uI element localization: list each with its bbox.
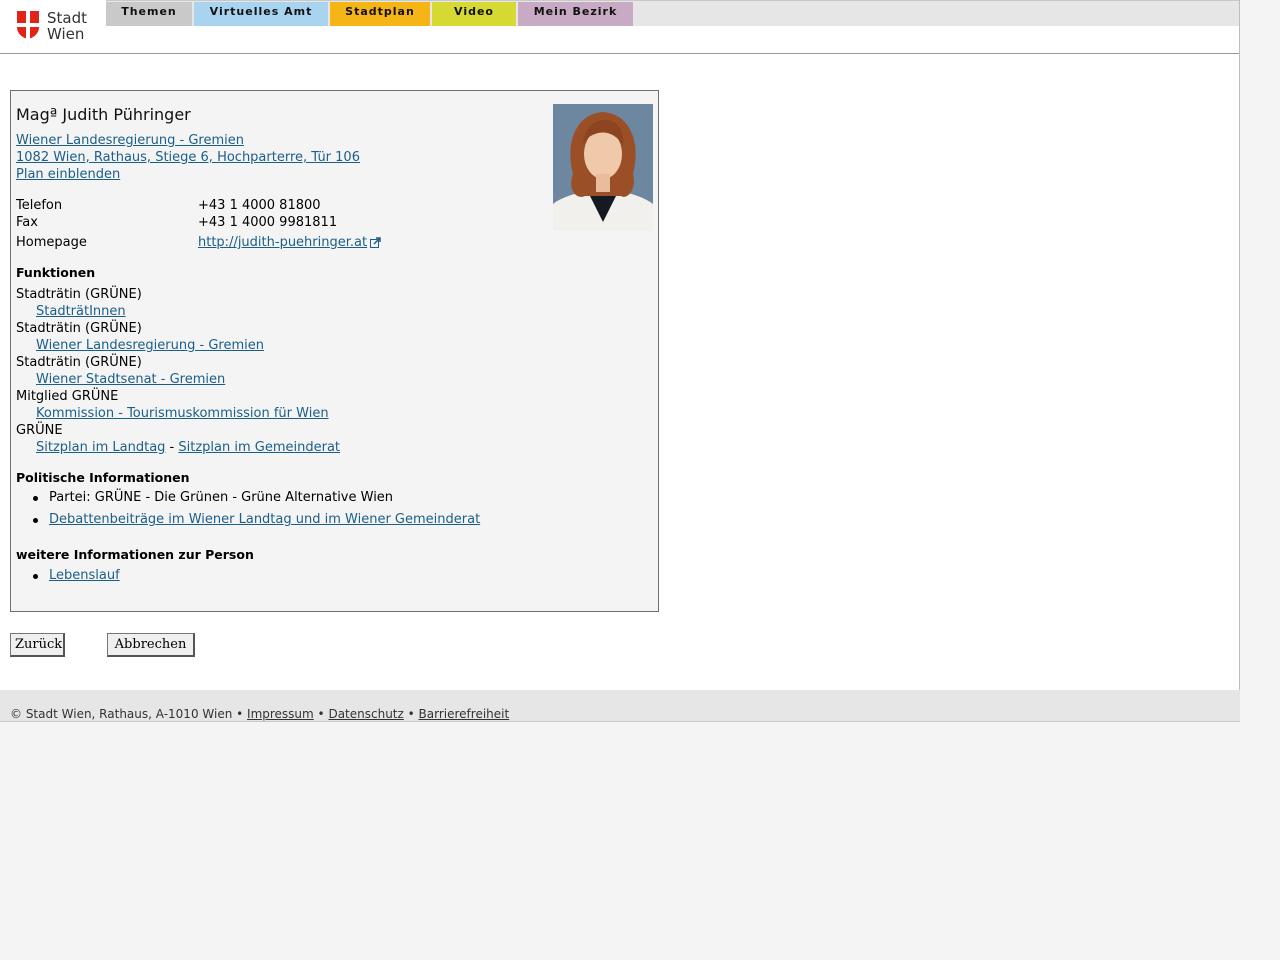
list-bullet <box>33 518 38 523</box>
function-link-tourismuskommission[interactable]: Kommission - Tourismuskommission für Wie… <box>36 406 329 421</box>
logo-text-wien: Wien <box>47 25 85 43</box>
datenschutz-link[interactable]: Datenschutz <box>328 707 403 721</box>
footer-separator: • <box>313 707 329 721</box>
nav-tab-mein-bezirk[interactable]: Mein Bezirk <box>518 2 633 26</box>
external-link-icon <box>370 237 381 248</box>
nav-tab-themen[interactable]: Themen <box>106 2 192 26</box>
logo-text-stadt: Stadt <box>47 9 87 27</box>
sitzplan-links: Sitzplan im Landtag - Sitzplan im Gemein… <box>36 440 340 455</box>
weitere-informationen-heading: weitere Informationen zur Person <box>16 547 254 562</box>
site-footer: © Stadt Wien, Rathaus, A-1010 Wien • Imp… <box>0 690 1240 722</box>
telefon-value: +43 1 4000 81800 <box>198 198 321 213</box>
function-role: Stadträtin (GRÜNE) <box>16 355 142 370</box>
lebenslauf-link[interactable]: Lebenslauf <box>49 568 120 583</box>
function-link-stadtraetinnen[interactable]: StadträtInnen <box>36 304 126 319</box>
sitzplan-gemeinderat-link[interactable]: Sitzplan im Gemeinderat <box>178 440 340 455</box>
fax-value: +43 1 4000 9981811 <box>198 215 338 230</box>
politische-informationen-heading: Politische Informationen <box>16 470 190 485</box>
person-card: Magª Judith Pühringer Wiener Landesregie… <box>10 90 659 612</box>
fax-label: Fax <box>16 215 38 230</box>
list-bullet <box>33 496 38 501</box>
barrierefreiheit-link[interactable]: Barrierefreiheit <box>419 707 510 721</box>
site-header: Stadt Wien Themen Virtuelles Amt Stadtpl… <box>0 0 1239 54</box>
impressum-link[interactable]: Impressum <box>247 707 314 721</box>
person-photo <box>553 104 653 231</box>
wien-shield-icon <box>17 11 39 39</box>
portrait-image <box>553 104 653 231</box>
plan-einblenden-link[interactable]: Plan einblenden <box>16 167 120 182</box>
footer-separator: • <box>232 707 248 721</box>
sitzplan-landtag-link[interactable]: Sitzplan im Landtag <box>36 440 165 455</box>
function-link-stadtsenat[interactable]: Wiener Stadtsenat - Gremien <box>36 372 225 387</box>
homepage-link[interactable]: http://judith-puehringer.at <box>198 235 367 250</box>
function-role: Stadträtin (GRÜNE) <box>16 287 142 302</box>
funktionen-heading: Funktionen <box>16 265 96 280</box>
org-link[interactable]: Wiener Landesregierung - Gremien <box>16 133 244 148</box>
footer-separator: • <box>403 707 419 721</box>
debattenbeitraege-link[interactable]: Debattenbeiträge im Wiener Landtag und i… <box>49 512 480 527</box>
function-link-landesregierung[interactable]: Wiener Landesregierung - Gremien <box>36 338 264 353</box>
back-button[interactable]: Zurück <box>10 633 65 657</box>
party-text: Partei: GRÜNE - Die Grünen - Grüne Alter… <box>49 490 394 505</box>
homepage-label: Homepage <box>16 235 87 250</box>
page: Stadt Wien Themen Virtuelles Amt Stadtpl… <box>0 0 1240 690</box>
function-role: GRÜNE <box>16 423 63 438</box>
nav-tab-virtuelles-amt[interactable]: Virtuelles Amt <box>194 2 328 26</box>
stadt-wien-logo[interactable]: Stadt Wien <box>16 10 96 42</box>
footer-content: © Stadt Wien, Rathaus, A-1010 Wien • Imp… <box>10 707 509 721</box>
function-role: Stadträtin (GRÜNE) <box>16 321 142 336</box>
copyright-text: © Stadt Wien, Rathaus, A-1010 Wien <box>10 707 233 721</box>
function-role: Mitglied GRÜNE <box>16 389 119 404</box>
cancel-button[interactable]: Abbrechen <box>107 633 195 657</box>
list-bullet <box>33 574 38 579</box>
homepage-value: http://judith-puehringer.at <box>198 235 381 250</box>
address-link[interactable]: 1082 Wien, Rathaus, Stiege 6, Hochparter… <box>16 150 360 165</box>
logo-wordmark: Stadt Wien <box>47 10 87 42</box>
link-separator: - <box>165 440 179 455</box>
nav-tab-video[interactable]: Video <box>432 2 516 26</box>
telefon-label: Telefon <box>16 198 63 213</box>
person-name: Magª Judith Pühringer <box>16 105 191 124</box>
main-nav: Themen Virtuelles Amt Stadtplan Video Me… <box>106 0 1239 26</box>
nav-tab-stadtplan[interactable]: Stadtplan <box>330 2 430 26</box>
